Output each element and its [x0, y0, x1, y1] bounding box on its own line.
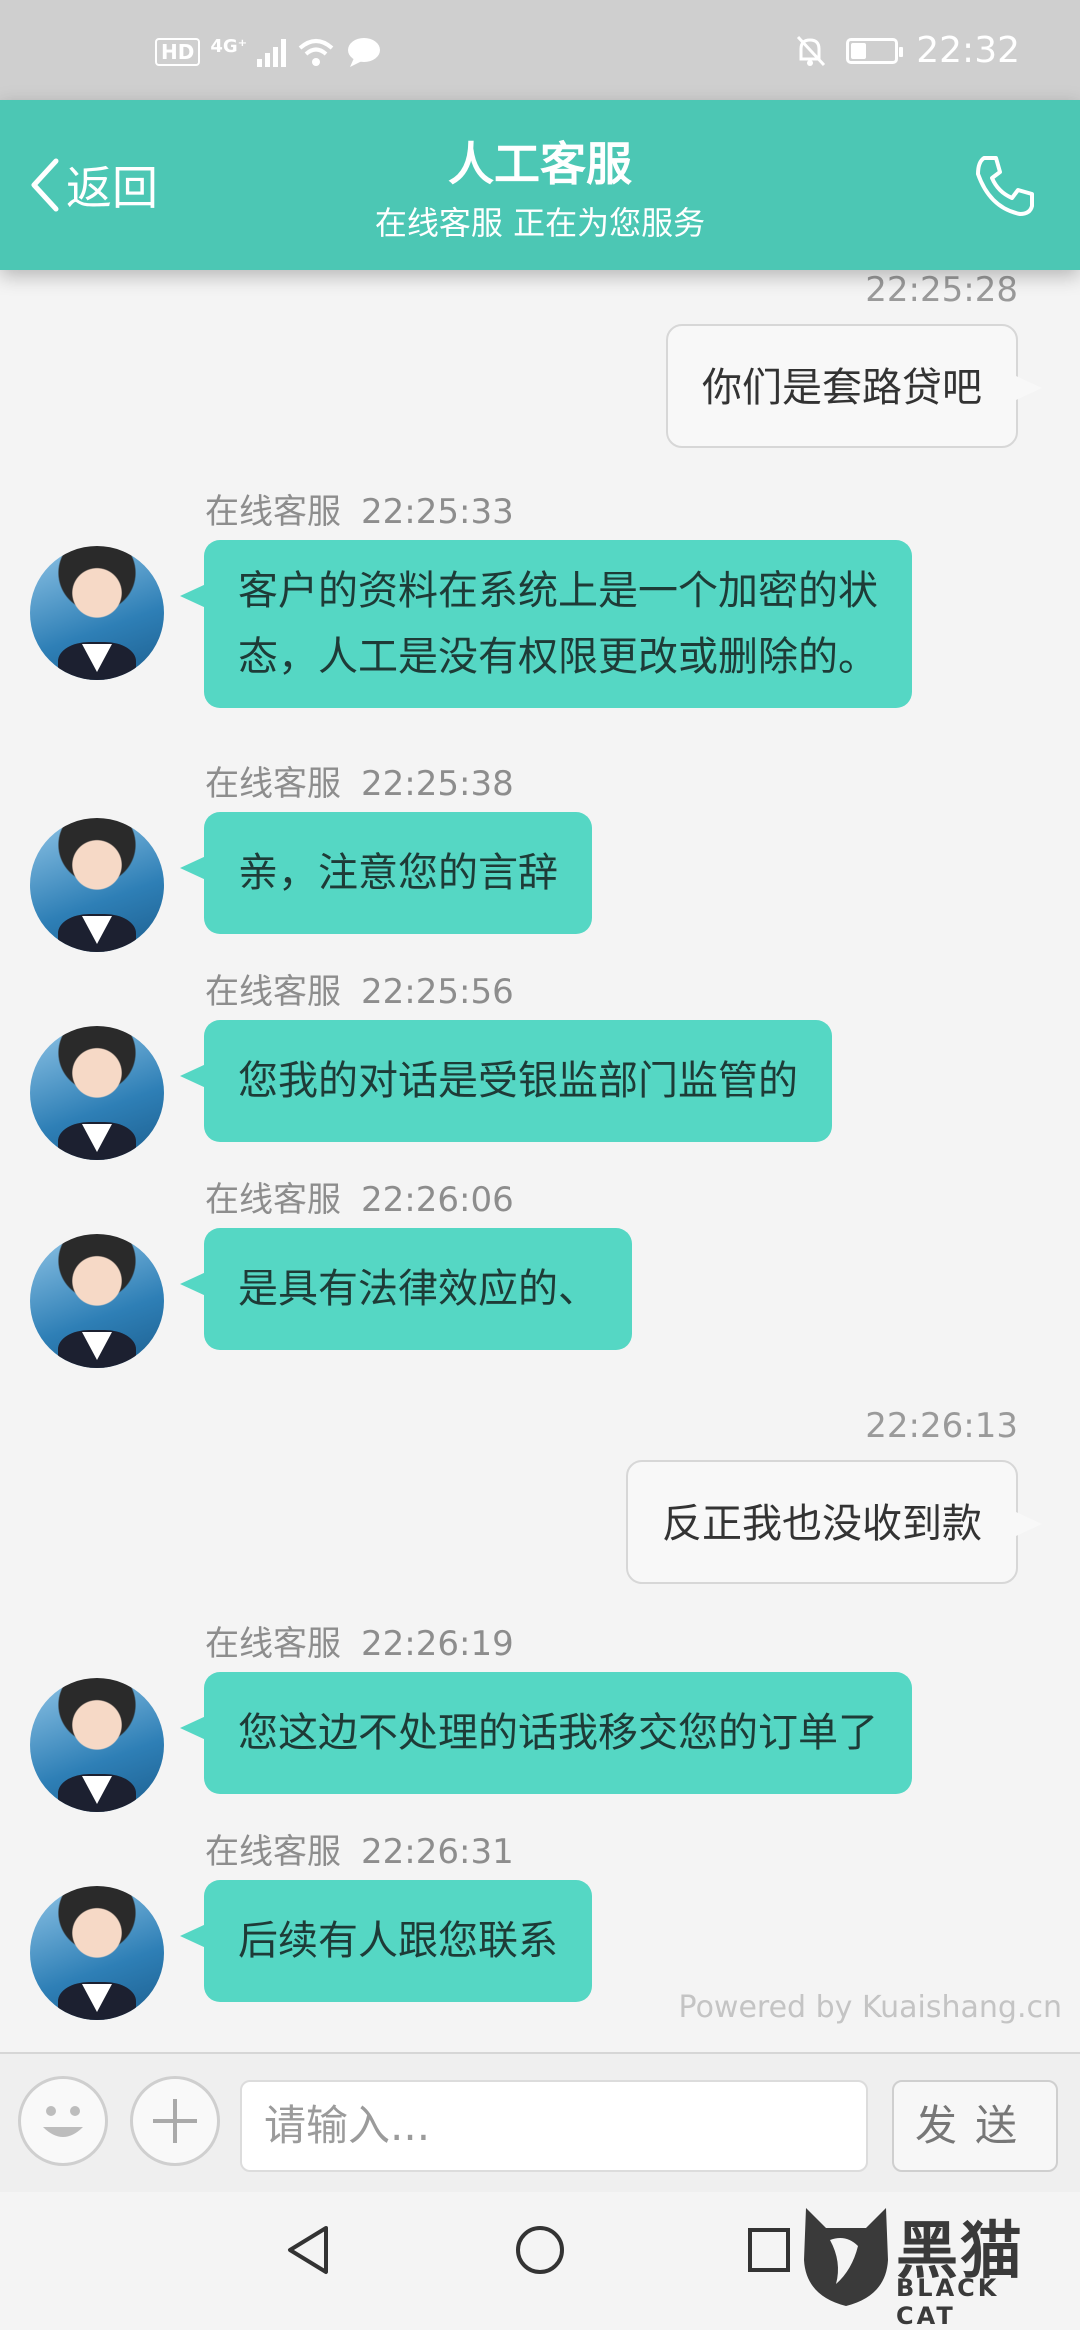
- agent-name: 在线客服: [205, 1832, 341, 1872]
- battery-fill: [851, 42, 867, 59]
- send-button[interactable]: 发送: [892, 2080, 1058, 2172]
- agent-name: 在线客服: [205, 492, 341, 532]
- wifi-icon: [298, 39, 334, 66]
- agent-avatar[interactable]: [30, 546, 164, 680]
- message-time: 22:25:38: [361, 764, 514, 804]
- message-bubble[interactable]: 您这边不处理的话我移交您的订单了: [180, 1672, 912, 1794]
- agent-avatar[interactable]: [30, 1678, 164, 1812]
- agent-avatar[interactable]: [30, 1234, 164, 1368]
- mute-bell-icon: [797, 35, 826, 66]
- message-bubble[interactable]: 反正我也没收到款: [626, 1460, 1042, 1584]
- message-bubble[interactable]: 亲，注意您的言辞: [180, 812, 592, 934]
- message-bubble[interactable]: 是具有法律效应的、: [180, 1228, 632, 1350]
- message-time: 22:26:31: [361, 1832, 514, 1872]
- message-input[interactable]: 请输入...: [240, 2080, 868, 2172]
- plus-icon: [153, 2099, 197, 2143]
- message-text-line: 您我的对话是受银监部门监管的: [238, 1058, 798, 1104]
- powered-by: Powered by Kuaishang.cn: [678, 1990, 1062, 2025]
- nav-home-icon[interactable]: [512, 2222, 568, 2278]
- signal-icon: [257, 37, 287, 67]
- status-time: 22:32: [916, 30, 1020, 71]
- message-bubble[interactable]: 你们是套路贷吧: [666, 324, 1042, 448]
- watermark: 黑猫 BLACK CAT: [796, 2200, 1066, 2330]
- hd-badge: HD: [155, 38, 201, 66]
- message-time: 22:26:06: [361, 1180, 514, 1220]
- watermark-en: BLACK CAT: [896, 2274, 1000, 2330]
- battery-icon: [846, 37, 904, 64]
- agent-meta: 在线客服 22:25:38: [205, 756, 514, 805]
- message-text-line: 亲，注意您的言辞: [238, 850, 558, 896]
- agent-avatar[interactable]: [30, 818, 164, 952]
- emoji-button[interactable]: [18, 2076, 108, 2166]
- agent-meta: 在线客服 22:25:33: [205, 484, 514, 533]
- network-label: 4G⁺: [210, 36, 248, 57]
- status-right: 22:32: [792, 30, 1020, 71]
- agent-name: 在线客服: [205, 972, 341, 1012]
- agent-avatar[interactable]: [30, 1026, 164, 1160]
- message-text-line: 态，人工是没有权限更改或删除的。: [238, 634, 878, 680]
- smiley-icon: [43, 2106, 83, 2137]
- message-time: 22:25:33: [361, 492, 514, 532]
- nav-recent-icon[interactable]: [744, 2222, 794, 2278]
- status-bar: HD 4G⁺ 22:32: [0, 0, 1080, 100]
- message-text-line: 是具有法律效应的、: [238, 1266, 598, 1312]
- message-time: 22:26:13: [865, 1406, 1018, 1446]
- message-bubble[interactable]: 后续有人跟您联系: [180, 1880, 592, 2002]
- agent-meta: 在线客服 22:25:56: [205, 964, 514, 1013]
- message-text-line: 您这边不处理的话我移交您的订单了: [238, 1710, 878, 1756]
- phone-icon[interactable]: [970, 150, 1040, 220]
- message-time: 22:25:56: [361, 972, 514, 1012]
- agent-name: 在线客服: [205, 764, 341, 804]
- chat-list[interactable]: 22:25:28 你们是套路贷吧在线客服 22:25:33 客户的资料在系统上是一个加…: [0, 270, 1080, 2052]
- input-bar: 请输入... 发送: [0, 2052, 1080, 2194]
- message-time: 22:25:28: [865, 270, 1018, 310]
- more-button[interactable]: [130, 2076, 220, 2166]
- message-time: 22:26:19: [361, 1624, 514, 1664]
- agent-name: 在线客服: [205, 1180, 341, 1220]
- message-bubble[interactable]: 客户的资料在系统上是一个加密的状 态，人工是没有权限更改或删除的。: [180, 540, 912, 708]
- status-left: HD 4G⁺: [155, 36, 382, 68]
- agent-name: 在线客服: [205, 1624, 341, 1664]
- message-text-line: 后续有人跟您联系: [238, 1918, 558, 1964]
- agent-meta: 在线客服 22:26:19: [205, 1616, 514, 1665]
- message-bubble[interactable]: 您我的对话是受银监部门监管的: [180, 1020, 832, 1142]
- page-subtitle: 在线客服 正在为您服务: [374, 204, 706, 242]
- message-text-line: 客户的资料在系统上是一个加密的状: [238, 568, 878, 614]
- agent-avatar[interactable]: [30, 1886, 164, 2020]
- cat-logo-icon: [804, 2208, 888, 2306]
- agent-meta: 在线客服 22:26:06: [205, 1172, 514, 1221]
- nav-back-icon[interactable]: [282, 2222, 332, 2278]
- chat-header: 返回 人工客服 在线客服 正在为您服务: [0, 100, 1080, 270]
- page-title: 人工客服: [448, 137, 632, 191]
- agent-meta: 在线客服 22:26:31: [205, 1824, 514, 1873]
- message-icon: [348, 38, 381, 67]
